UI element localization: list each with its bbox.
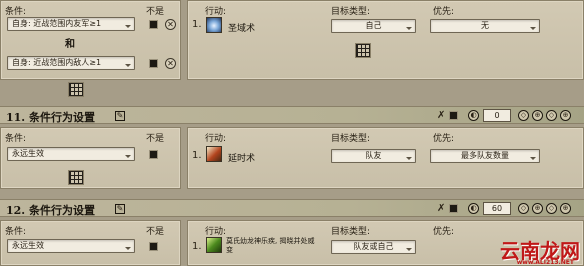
section-12-enable-checkbox[interactable] xyxy=(449,204,458,213)
condition-1-remove-icon[interactable]: ✕ xyxy=(165,19,176,30)
delay-skill-icon[interactable] xyxy=(206,146,222,162)
top-actions-panel: 行动: 目标类型: 优先: 1. 圣域术 自己 无 xyxy=(187,0,584,80)
conditions-label: 条件: xyxy=(5,7,27,17)
section-11-edit-icon[interactable]: ✎ xyxy=(115,111,125,121)
action-row-number: 1. xyxy=(192,241,202,252)
conditions-label: 条件: xyxy=(5,227,27,237)
site-watermark-url: www.ALI213.NET xyxy=(516,259,574,266)
section-12-cursor-icon[interactable]: ✗ xyxy=(437,203,445,215)
priority-label: 优先: xyxy=(433,134,455,144)
and-label: 和 xyxy=(65,39,75,50)
section-11-move-top-icon[interactable]: ⊕ xyxy=(532,110,543,121)
condition-1-not-checkbox[interactable] xyxy=(149,20,158,29)
priority-label: 优先: xyxy=(433,227,455,237)
action-skill-name: 莫氏幼龙神乐疾, 揭晓并处威变 xyxy=(226,237,315,254)
section-12-move-top-icon[interactable]: ⊕ xyxy=(532,203,543,214)
condition-2-dropdown[interactable]: 自身: 近战范围内敌人≥1 xyxy=(7,56,135,70)
not-label: 不是 xyxy=(146,134,165,144)
section-11-enable-checkbox[interactable] xyxy=(449,111,458,120)
section-12-conditions-panel: 条件: 不是 永远生效 xyxy=(0,220,181,266)
target-type-dropdown[interactable]: 队友 xyxy=(331,149,416,163)
action-row-number: 1. xyxy=(192,19,202,30)
priority-dropdown[interactable]: 最多队友数量 xyxy=(430,149,540,163)
section-11-cursor-icon[interactable]: ✗ xyxy=(437,110,445,122)
section-12-move-up-icon[interactable]: ◇ xyxy=(518,203,529,214)
section-11-number-field[interactable]: 0 xyxy=(483,109,511,122)
condition-1-not-checkbox[interactable] xyxy=(149,242,158,251)
condition-1-dropdown[interactable]: 永远生效 xyxy=(7,239,135,253)
sanctuary-skill-icon[interactable] xyxy=(206,17,222,33)
condition-1-dropdown[interactable]: 永远生效 xyxy=(7,147,135,161)
section-12-edit-icon[interactable]: ✎ xyxy=(115,204,125,214)
action-label: 行动: xyxy=(205,7,227,17)
condition-1-dropdown[interactable]: 自身: 近战范围内友军≥1 xyxy=(7,17,135,31)
priority-label: 优先: xyxy=(433,7,455,17)
add-condition-grid-icon[interactable] xyxy=(68,82,84,97)
target-type-dropdown[interactable]: 队友或自己 xyxy=(331,240,416,254)
action-row-number: 1. xyxy=(192,150,202,161)
target-type-label: 目标类型: xyxy=(331,227,371,237)
target-type-label: 目标类型: xyxy=(331,134,371,144)
section-11-timer-icon[interactable]: ◐ xyxy=(468,110,479,121)
section-12-title: 12. 条件行为设置 xyxy=(6,204,95,217)
condition-1-not-checkbox[interactable] xyxy=(149,150,158,159)
section-11-move-up-icon[interactable]: ◇ xyxy=(518,110,529,121)
action-skill-name: 圣域术 xyxy=(228,24,256,34)
section-11-header: 11. 条件行为设置 ✎ ✗ ◐ 0 ◇ ⊕ ◇ ⊕ xyxy=(0,106,584,124)
action-skill-name: 延时术 xyxy=(228,154,256,164)
action-label: 行动: xyxy=(205,227,227,237)
top-conditions-panel: 条件: 不是 自身: 近战范围内友军≥1 ✕ 和 自身: 近战范围内敌人≥1 ✕ xyxy=(0,0,181,80)
action-label: 行动: xyxy=(205,134,227,144)
dragon-skill-icon[interactable] xyxy=(206,237,222,253)
section-11-actions-panel: 行动: 目标类型: 优先: 1. 延时术 队友 最多队友数量 xyxy=(187,127,584,189)
section-12-number-field[interactable]: 60 xyxy=(483,202,511,215)
section-12-timer-icon[interactable]: ◐ xyxy=(468,203,479,214)
section-11-conditions-panel: 条件: 不是 永远生效 xyxy=(0,127,181,189)
priority-dropdown[interactable]: 无 xyxy=(430,19,540,33)
section-12-move-bottom-icon[interactable]: ⊕ xyxy=(560,203,571,214)
section-11-move-bottom-icon[interactable]: ⊕ xyxy=(560,110,571,121)
section-12-header: 12. 条件行为设置 ✎ ✗ ◐ 60 ◇ ⊕ ◇ ⊕ xyxy=(0,199,584,217)
section-11-title: 11. 条件行为设置 xyxy=(6,111,95,124)
not-label: 不是 xyxy=(146,7,165,17)
section-12-move-down-icon[interactable]: ◇ xyxy=(546,203,557,214)
condition-2-not-checkbox[interactable] xyxy=(149,59,158,68)
add-condition-grid-icon[interactable] xyxy=(68,170,84,185)
not-label: 不是 xyxy=(146,227,165,237)
target-type-dropdown[interactable]: 自己 xyxy=(331,19,416,33)
condition-2-remove-icon[interactable]: ✕ xyxy=(165,58,176,69)
section-11-move-down-icon[interactable]: ◇ xyxy=(546,110,557,121)
target-type-label: 目标类型: xyxy=(331,7,371,17)
conditions-label: 条件: xyxy=(5,134,27,144)
add-action-grid-icon[interactable] xyxy=(355,43,371,58)
